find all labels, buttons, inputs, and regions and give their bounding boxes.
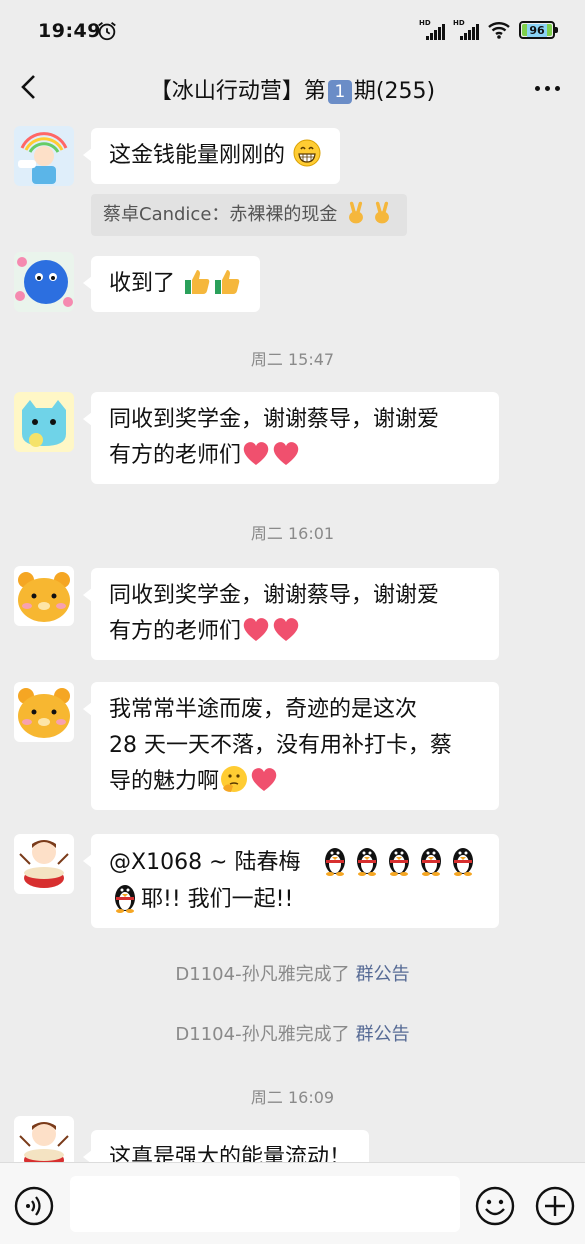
message-text-line: 同收到奖学金，谢谢蔡导，谢谢爱 <box>109 583 440 608</box>
avatar[interactable] <box>14 392 74 452</box>
message-text-line: 有方的老师们 <box>109 443 242 468</box>
heart-emoji <box>243 442 269 465</box>
message-text-line: 导的魅力啊 <box>109 769 220 794</box>
penguin-emoji <box>357 848 378 876</box>
message-text: 收到了 <box>109 271 176 296</box>
chat-title-suffix: 期(255) <box>353 79 436 104</box>
avatar-bear-icon <box>18 688 70 738</box>
message-bubble[interactable]: 同收到奖学金，谢谢蔡导，谢谢爱 有方的老师们 <box>83 568 499 660</box>
system-message-text: D1104-孙凡雅完成了 <box>175 964 350 985</box>
avatar[interactable] <box>14 1116 74 1162</box>
penguin-emoji <box>389 848 410 876</box>
message-text-line: 同收到奖学金，谢谢蔡导，谢谢爱 <box>109 407 440 432</box>
voice-icon[interactable] <box>14 1186 54 1226</box>
heart-emoji <box>273 618 299 641</box>
message-bubble[interactable]: 我常常半途而废，奇迹的是这次 28 天一天不落，没有用补打卡，蔡 导的魅力啊 <box>83 682 499 810</box>
timestamp: 周二 16:09 <box>250 1088 335 1107</box>
signal-icon: HD <box>419 19 445 40</box>
avatar-drum-girl-icon <box>19 840 69 888</box>
message-text-line: 28 天一天不落，没有用补打卡，蔡 <box>109 733 452 758</box>
battery-level: 96 <box>527 23 547 37</box>
battery-icon: 96 <box>519 21 558 39</box>
heart-emoji <box>251 768 277 791</box>
message-text-line: 耶!! 我们一起!! <box>141 887 294 912</box>
penguin-emoji <box>453 848 474 876</box>
message-bubble[interactable]: @X1068 ~ 陆春梅 耶!! 我们一起!! <box>83 834 499 928</box>
grin-emoji <box>293 139 321 167</box>
group-notice-link[interactable]: 群公告 <box>356 964 410 985</box>
more-dots-icon[interactable] <box>535 78 565 98</box>
avatar-blue-fluffy-icon <box>15 257 73 307</box>
avatar[interactable] <box>14 252 74 312</box>
message-input[interactable] <box>70 1176 460 1232</box>
plus-icon[interactable] <box>535 1186 575 1226</box>
chat-header: 【冰山行动营】第 1 期(255) <box>0 60 585 122</box>
chat-title: 【冰山行动营】第 1 期(255) <box>60 73 525 105</box>
message-mention: @X1068 ~ 陆春梅 <box>109 850 301 875</box>
message-list[interactable]: 这金钱能量刚刚的 蔡卓Candice：赤裸裸的现金 收到了 周二 15:47 同… <box>0 122 585 1162</box>
timestamp: 周二 16:01 <box>250 524 335 543</box>
system-message: D1104-孙凡雅完成了 群公告 <box>0 960 585 986</box>
message-text: 这真是强大的能量流动！ <box>109 1145 352 1162</box>
quote-text: 蔡卓Candice：赤裸裸的现金 <box>103 204 338 225</box>
timestamp: 周二 15:47 <box>250 350 335 369</box>
wifi-icon <box>488 22 510 39</box>
penguin-emoji <box>115 885 135 913</box>
group-notice-link[interactable]: 群公告 <box>356 1024 410 1045</box>
avatar-rainbow-boy-icon <box>18 132 68 184</box>
thinking-emoji <box>221 766 248 792</box>
message-bubble[interactable]: 收到了 <box>82 256 261 312</box>
status-bar: 19:49 HD HD 96 <box>0 0 585 60</box>
victory-emoji <box>375 201 390 224</box>
emoji-smile-icon[interactable] <box>475 1186 515 1226</box>
avatar[interactable] <box>14 126 74 186</box>
quoted-reply[interactable]: 蔡卓Candice：赤裸裸的现金 <box>91 194 408 236</box>
alarm-icon <box>98 22 116 41</box>
penguin-emoji <box>325 848 346 876</box>
avatar[interactable] <box>14 834 74 894</box>
thumbs-up-emoji <box>215 270 240 294</box>
message-text-line: 我常常半途而废，奇迹的是这次 <box>109 697 418 722</box>
avatar[interactable] <box>14 566 74 626</box>
avatar[interactable] <box>14 682 74 742</box>
input-bar <box>0 1162 585 1244</box>
victory-emoji <box>349 201 364 224</box>
system-message-text: D1104-孙凡雅完成了 <box>175 1024 350 1045</box>
avatar-blue-cat-icon <box>22 400 66 447</box>
signal-icon: HD <box>453 19 479 40</box>
penguin-emoji <box>421 848 442 876</box>
heart-emoji <box>243 618 269 641</box>
avatar-drum-girl-icon <box>19 1122 69 1162</box>
message-text: 这金钱能量刚刚的 <box>109 143 286 168</box>
message-bubble[interactable]: 同收到奖学金，谢谢蔡导，谢谢爱 有方的老师们 <box>83 392 499 484</box>
back-chevron-icon[interactable] <box>14 72 44 102</box>
thumbs-up-emoji <box>185 270 210 294</box>
avatar-bear-icon <box>18 572 70 622</box>
message-bubble[interactable]: 这金钱能量刚刚的 <box>82 128 341 184</box>
keycap-one-badge: 1 <box>327 80 352 104</box>
message-text-line: 有方的老师们 <box>109 619 242 644</box>
message-bubble[interactable]: 这真是强大的能量流动！ <box>82 1130 370 1162</box>
heart-emoji <box>273 442 299 465</box>
status-time: 19:49 <box>38 20 101 42</box>
chat-title-prefix: 【冰山行动营】第 <box>149 79 326 104</box>
system-message: D1104-孙凡雅完成了 群公告 <box>0 1020 585 1046</box>
